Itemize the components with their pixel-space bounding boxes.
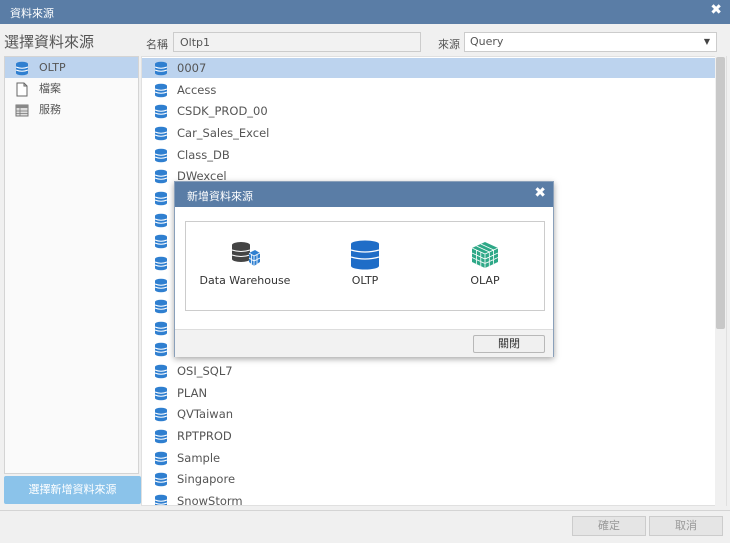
dialog-titlebar: 新增資料來源 ✖ bbox=[175, 182, 553, 207]
data-source-type-options: Data Warehouse OLTP OLAP bbox=[185, 221, 545, 311]
source-label: 來源 bbox=[438, 38, 460, 51]
data-source-row[interactable]: 0007 bbox=[142, 58, 716, 78]
data-source-row[interactable]: OSI_SQL7 bbox=[142, 361, 716, 381]
dialog-close-button[interactable]: 關閉 bbox=[473, 335, 545, 353]
data-source-row[interactable]: SnowStorm bbox=[142, 491, 716, 506]
dialog-footer: 關閉 bbox=[175, 329, 553, 357]
data-source-row[interactable]: Class_DB bbox=[142, 145, 716, 165]
chevron-down-icon: ▼ bbox=[703, 37, 710, 46]
database-icon bbox=[154, 342, 168, 357]
database-icon bbox=[154, 472, 168, 487]
database-icon bbox=[154, 451, 168, 466]
database-icon bbox=[350, 240, 380, 270]
data-source-name: Class_DB bbox=[177, 148, 230, 162]
option-data-warehouse[interactable]: Data Warehouse bbox=[195, 222, 295, 310]
file-icon bbox=[16, 82, 28, 96]
database-icon bbox=[154, 256, 168, 271]
database-icon bbox=[154, 407, 168, 422]
option-label: OLAP bbox=[470, 274, 500, 287]
category-label: OLTP bbox=[39, 61, 66, 74]
database-icon bbox=[154, 104, 168, 119]
data-source-row[interactable]: PLAN bbox=[142, 383, 716, 403]
data-source-row[interactable]: Sample bbox=[142, 448, 716, 468]
scrollbar-thumb[interactable] bbox=[716, 57, 725, 329]
window-title: 資料來源 bbox=[10, 7, 54, 20]
close-icon[interactable]: ✖ bbox=[710, 2, 722, 18]
data-source-row[interactable]: Access bbox=[142, 80, 716, 100]
database-icon bbox=[154, 213, 168, 228]
data-source-name: Singapore bbox=[177, 472, 236, 486]
page-title: 選擇資料來源 bbox=[4, 33, 95, 51]
database-icon bbox=[154, 494, 168, 505]
data-warehouse-icon bbox=[231, 242, 260, 266]
category-label: 檔案 bbox=[39, 82, 61, 95]
source-select[interactable]: Query ▼ bbox=[464, 32, 717, 52]
category-item-file[interactable]: 檔案 bbox=[5, 78, 138, 99]
database-icon bbox=[154, 234, 168, 249]
window-titlebar: 資料來源 ✖ bbox=[0, 0, 730, 24]
category-label: 服務 bbox=[39, 103, 61, 116]
option-label: OLTP bbox=[351, 274, 379, 287]
source-select-value: Query bbox=[470, 35, 504, 48]
close-icon[interactable]: ✖ bbox=[534, 185, 546, 201]
category-item-oltp[interactable]: OLTP bbox=[5, 57, 138, 78]
database-icon bbox=[15, 61, 29, 75]
option-label: Data Warehouse bbox=[199, 274, 291, 287]
database-icon bbox=[154, 61, 168, 76]
database-icon bbox=[154, 278, 168, 293]
data-source-name: OSI_SQL7 bbox=[177, 364, 233, 378]
data-source-name: CSDK_PROD_00 bbox=[177, 104, 268, 118]
data-source-row[interactable]: QVTaiwan bbox=[142, 404, 716, 424]
database-icon bbox=[154, 148, 168, 163]
dialog-title: 新增資料來源 bbox=[187, 190, 253, 203]
ok-button[interactable]: 確定 bbox=[572, 516, 646, 536]
add-data-source-button[interactable]: 選擇新增資料來源 bbox=[4, 476, 141, 504]
database-icon bbox=[154, 169, 168, 184]
option-olap[interactable]: OLAP bbox=[435, 222, 535, 310]
category-item-service[interactable]: 服務 bbox=[5, 99, 138, 120]
data-source-name: QVTaiwan bbox=[177, 407, 234, 421]
database-icon bbox=[154, 429, 168, 444]
database-icon bbox=[154, 321, 168, 336]
database-icon bbox=[154, 83, 168, 98]
data-source-row[interactable]: RPTPROD bbox=[142, 426, 716, 446]
data-source-row[interactable]: CSDK_PROD_00 bbox=[142, 101, 716, 121]
data-source-row[interactable]: Car_Sales_Excel bbox=[142, 123, 716, 143]
database-icon bbox=[154, 299, 168, 314]
database-icon bbox=[154, 126, 168, 141]
data-source-name: RPTPROD bbox=[177, 429, 232, 443]
cube-icon bbox=[471, 242, 499, 268]
category-panel: OLTP 檔案 服務 bbox=[4, 56, 139, 474]
data-source-name: PLAN bbox=[177, 386, 208, 400]
data-source-name: Sample bbox=[177, 451, 221, 465]
data-source-row[interactable]: Singapore bbox=[142, 469, 716, 489]
database-icon bbox=[154, 191, 168, 206]
data-source-name: Access bbox=[177, 83, 217, 97]
service-icon bbox=[15, 104, 29, 116]
data-source-name: SnowStorm bbox=[177, 494, 243, 506]
cancel-button[interactable]: 取消 bbox=[649, 516, 723, 536]
data-source-name: 0007 bbox=[177, 61, 207, 75]
name-field[interactable]: Oltp1 bbox=[173, 32, 421, 52]
data-source-name: Car_Sales_Excel bbox=[177, 126, 270, 140]
new-data-source-dialog: 新增資料來源 ✖ Data Warehouse OLTP OLAP 關閉 bbox=[174, 181, 554, 357]
option-oltp[interactable]: OLTP bbox=[315, 222, 415, 310]
name-label: 名稱 bbox=[146, 38, 168, 51]
database-icon bbox=[154, 386, 168, 401]
database-icon bbox=[154, 364, 168, 379]
